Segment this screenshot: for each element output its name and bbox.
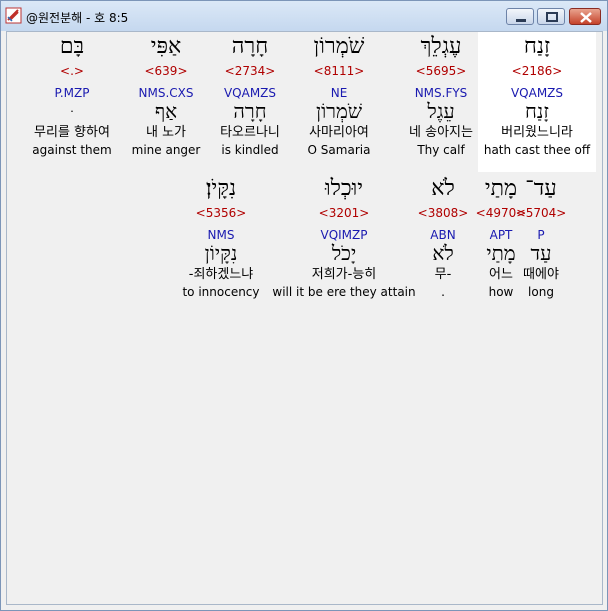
english-gloss: against them — [32, 143, 112, 157]
hebrew-word: עֶגְלֵךְ — [420, 34, 462, 59]
maximize-icon — [546, 12, 558, 22]
maximize-button[interactable] — [537, 8, 565, 25]
korean-gloss: 무리를 향하여 — [34, 125, 110, 140]
minimize-button[interactable] — [506, 8, 534, 25]
verse-panel: זָנַח <2186> VQAMZS זָנַח 버리웠느니라 hath ca… — [6, 31, 603, 605]
english-gloss: Thy calf — [417, 143, 465, 157]
word-column[interactable]: עֶגְלֵךְ <5695> NMS.FYS עֵגֶל 네 송아지는 Thy… — [382, 32, 500, 158]
close-button[interactable] — [569, 8, 601, 25]
hebrew-lemma: יָכֹל — [331, 241, 357, 265]
hebrew-word: נִקָּיֹן׃ — [205, 176, 237, 201]
app-window: @원전분해 - 호 8:5 זָנַח <2186> VQAMZS זָנַח … — [0, 0, 608, 611]
word-column[interactable]: נִקָּיֹן׃ <5356> NMS נִקָּיוֹן -죄하겠느냐 to… — [171, 174, 271, 300]
word-column[interactable]: יוּכְלוּ <3201> VQIMZP יָכֹל 저희가-능히 will… — [269, 174, 419, 300]
strong-number[interactable]: <5356> — [171, 204, 271, 222]
window-title: @원전분해 - 호 8:5 — [26, 11, 129, 25]
hebrew-word: בָּם — [59, 34, 85, 59]
strong-number[interactable]: <3201> — [269, 204, 419, 222]
word-column[interactable]: בָּם <.> P.MZP ּ 무리를 향하여 against them — [13, 32, 131, 158]
english-gloss: to innocency — [182, 285, 260, 299]
strong-number[interactable]: <5695> — [382, 62, 500, 80]
strong-number[interactable]: <.> — [13, 62, 131, 80]
english-gloss: will it be ere they attain — [272, 285, 416, 299]
korean-gloss: 네 송아지는 — [409, 125, 473, 140]
korean-gloss: 저희가-능히 — [311, 267, 377, 282]
hebrew-lemma: נִקָּיוֹן — [204, 241, 238, 265]
hebrew-word: יוּכְלוּ — [324, 176, 364, 201]
hebrew-lemma: עֵגֶל — [427, 99, 455, 123]
minimize-icon — [516, 19, 526, 22]
korean-gloss: -죄하겠느냐 — [188, 267, 254, 282]
app-icon — [5, 7, 22, 24]
title-bar[interactable]: @원전분해 - 호 8:5 — [1, 1, 607, 31]
close-icon — [580, 12, 592, 23]
